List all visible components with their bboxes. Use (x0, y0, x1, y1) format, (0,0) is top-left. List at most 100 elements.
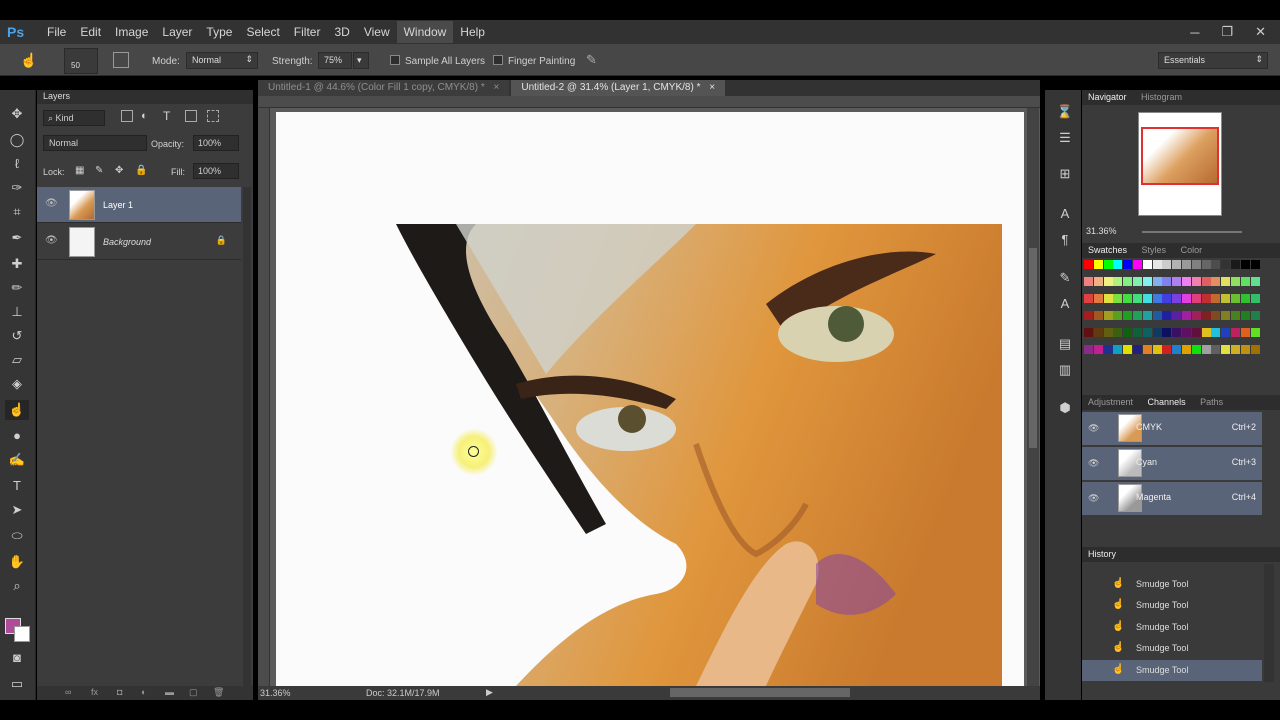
color-swatch[interactable] (1123, 277, 1133, 286)
color-swatch[interactable] (1142, 294, 1152, 303)
channel-row-cyan[interactable]: 👁 Cyan Ctrl+3 (1082, 447, 1262, 481)
color-swatch[interactable] (1191, 328, 1201, 337)
filter-pixel-icon[interactable] (121, 110, 133, 122)
navigator-zoom[interactable]: 31.36% (1086, 226, 1117, 236)
history-state[interactable]: ☝ Smudge Tool (1082, 595, 1262, 616)
close-tab-icon[interactable]: × (494, 82, 500, 93)
paragraph-panel-icon[interactable]: ¶ (1053, 230, 1077, 250)
color-swatch[interactable] (1250, 311, 1260, 320)
close-button[interactable]: ✕ (1255, 24, 1266, 40)
menu-edit[interactable]: Edit (73, 21, 108, 43)
color-swatch[interactable] (1240, 277, 1250, 286)
tab-color[interactable]: Color (1175, 243, 1209, 257)
menu-help[interactable]: Help (453, 21, 492, 43)
color-swatch[interactable] (1113, 277, 1123, 286)
lock-transparent-icon[interactable]: ▦ (75, 165, 84, 176)
color-swatch[interactable] (1250, 294, 1260, 303)
color-swatch[interactable] (1191, 260, 1201, 269)
smudge-tool-icon[interactable]: ☝ (5, 400, 29, 420)
new-layer-icon[interactable]: ▢ (189, 687, 198, 698)
color-swatch[interactable] (1211, 328, 1221, 337)
smudge-tool-icon[interactable]: ☝ (20, 52, 40, 70)
character-panel-icon[interactable]: A (1053, 204, 1077, 224)
layer-row[interactable]: 👁 Background 🔒 (37, 224, 241, 260)
eyedropper-tool-icon[interactable]: ✒ (5, 228, 29, 248)
tab-channels[interactable]: Channels (1142, 395, 1192, 409)
document-canvas[interactable] (276, 112, 1024, 686)
color-swatch[interactable] (1221, 328, 1231, 337)
navigator-zoom-slider[interactable] (1142, 231, 1242, 233)
tab-untitled-1[interactable]: Untitled-1 @ 44.6% (Color Fill 1 copy, C… (258, 80, 510, 96)
color-swatch[interactable] (1162, 260, 1172, 269)
menu-file[interactable]: File (40, 21, 73, 43)
workspace-select[interactable]: Essentials ⇕ (1158, 52, 1268, 69)
color-swatch[interactable] (1142, 345, 1152, 354)
filter-type-icon[interactable]: T (163, 109, 170, 123)
tab-navigator[interactable]: Navigator (1082, 90, 1133, 104)
lock-move-icon[interactable]: ✥ (115, 165, 123, 176)
color-swatch[interactable] (1221, 311, 1231, 320)
visibility-eye-icon[interactable]: 👁 (1088, 493, 1099, 504)
color-swatch[interactable] (1231, 294, 1240, 303)
color-swatch[interactable] (1182, 345, 1191, 354)
menu-3d[interactable]: 3D (327, 21, 356, 43)
color-swatch[interactable] (1084, 328, 1093, 337)
layer-name[interactable]: Background (103, 237, 151, 247)
color-swatch[interactable] (1162, 294, 1172, 303)
horizontal-scroll-thumb[interactable] (670, 688, 850, 697)
filter-shape-icon[interactable] (185, 110, 197, 122)
color-swatch[interactable] (1191, 294, 1201, 303)
color-swatch[interactable] (1093, 345, 1103, 354)
menu-image[interactable]: Image (108, 21, 155, 43)
color-swatch[interactable] (1221, 294, 1231, 303)
navigator-view-box[interactable] (1141, 127, 1219, 185)
color-swatch[interactable] (1240, 328, 1250, 337)
visibility-eye-icon[interactable]: 👁 (1088, 458, 1099, 469)
color-swatch[interactable] (1133, 328, 1142, 337)
color-swatch[interactable] (1103, 294, 1113, 303)
background-color-swatch[interactable] (14, 626, 30, 642)
color-swatch[interactable] (1123, 328, 1133, 337)
doc-size[interactable]: Doc: 32.1M/17.9M (366, 688, 440, 698)
color-swatch[interactable] (1211, 311, 1221, 320)
color-swatch[interactable] (1231, 311, 1240, 320)
opacity-input[interactable]: 100% (193, 135, 239, 151)
tab-styles[interactable]: Styles (1136, 243, 1173, 257)
layers-scrollbar[interactable] (243, 187, 251, 687)
color-swatch[interactable] (1152, 345, 1162, 354)
color-swatch[interactable] (1240, 311, 1250, 320)
color-swatch[interactable] (1162, 328, 1172, 337)
color-swatch[interactable] (1103, 311, 1113, 320)
quick-mask-icon[interactable]: ◙ (5, 648, 29, 668)
color-swatch[interactable] (1093, 328, 1103, 337)
navigator-preview[interactable] (1138, 112, 1222, 216)
quick-select-tool-icon[interactable]: ✑ (5, 178, 29, 198)
color-swatch[interactable] (1231, 260, 1240, 269)
lasso-tool-icon[interactable]: ℓ (5, 154, 29, 174)
stamp-tool-icon[interactable]: ⊥ (5, 302, 29, 322)
adjustments-panel-icon[interactable]: ☰ (1053, 128, 1077, 148)
color-swatch[interactable] (1182, 260, 1191, 269)
add-mask-icon[interactable]: ◘ (117, 687, 122, 697)
channel-row-cmyk[interactable]: 👁 CMYK Ctrl+2 (1082, 412, 1262, 446)
color-swatch[interactable] (1113, 328, 1123, 337)
color-swatch[interactable] (1123, 345, 1133, 354)
color-swatch[interactable] (1221, 277, 1231, 286)
color-swatch[interactable] (1084, 311, 1093, 320)
history-panel-icon[interactable]: ⌛ (1053, 102, 1077, 122)
color-swatch[interactable] (1250, 345, 1260, 354)
visibility-eye-icon[interactable]: 👁 (1088, 423, 1099, 434)
color-swatch[interactable] (1250, 328, 1260, 337)
scroll-thumb[interactable] (1029, 248, 1037, 448)
color-swatch[interactable] (1142, 328, 1152, 337)
color-swatch[interactable] (1084, 277, 1093, 286)
layer-row[interactable]: 👁 Layer 1 (37, 187, 241, 223)
3d-panel-icon[interactable]: ⬢ (1053, 398, 1077, 418)
layer-comps-panel-icon[interactable]: ▥ (1053, 360, 1077, 380)
strength-input[interactable]: 75% (318, 52, 352, 69)
move-tool-icon[interactable]: ✥ (5, 104, 29, 124)
visibility-eye-icon[interactable]: 👁 (45, 198, 58, 209)
strength-dropdown[interactable]: ▾ (353, 52, 369, 69)
color-swatch[interactable] (1201, 345, 1211, 354)
screen-mode-icon[interactable]: ▭ (5, 674, 29, 694)
